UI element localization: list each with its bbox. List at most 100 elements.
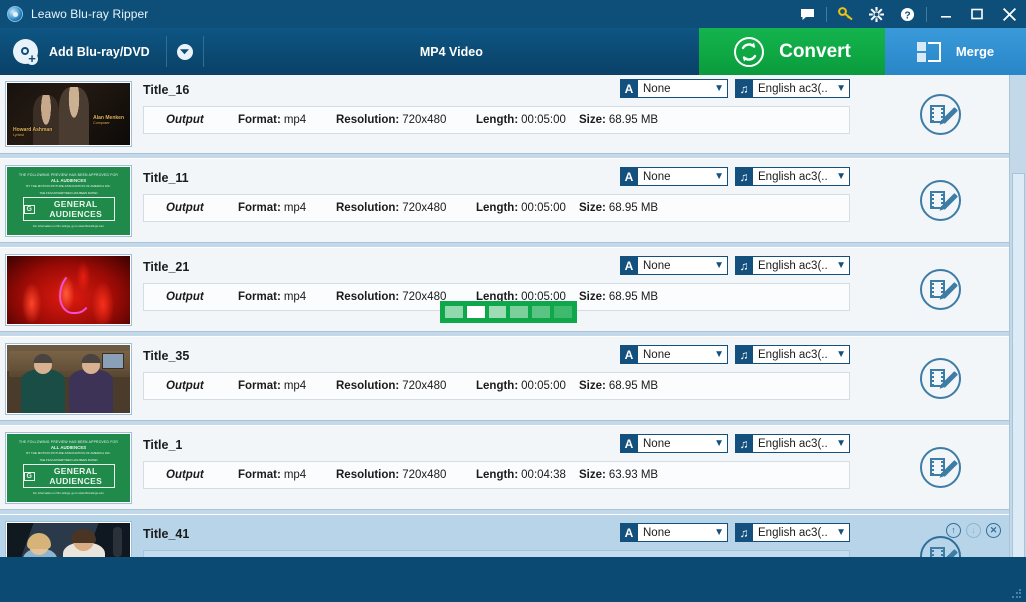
format-field: Format:mp4	[238, 114, 336, 126]
size-label: Size:	[579, 469, 606, 481]
length-field: Length:00:05:00	[476, 114, 579, 126]
resolution-label: Resolution:	[336, 469, 399, 481]
thumbnail-cell[interactable]: Alan MenkenComposer Howard AshmanLyricis…	[0, 75, 137, 153]
edit-cell	[872, 159, 1009, 242]
key-icon[interactable]	[830, 0, 861, 28]
row-details: Title_41 A None▼ ♫ English ac3(..▼ Outpu…	[137, 515, 872, 557]
table-row[interactable]: THE FOLLOWING PREVIEW HAS BEEN APPROVED …	[0, 158, 1009, 243]
output-profile-label: MP4 Video	[420, 45, 483, 59]
audio-note-icon: ♫	[735, 167, 753, 186]
title-label: Title_1	[143, 438, 182, 452]
table-row[interactable]: Title_35 A None▼ ♫ English ac3(..▼ Outpu…	[0, 336, 1009, 421]
size-value: 68.95 MB	[609, 202, 658, 214]
row-details: Title_11 A None▼ ♫ English ac3(..▼ Outpu…	[137, 159, 872, 242]
edit-cell: ↑ ↓ ✕	[872, 515, 1009, 557]
track-selectors: A None▼ ♫ English ac3(..▼	[620, 256, 850, 275]
audio-select[interactable]: ♫ English ac3(..▼	[735, 256, 850, 275]
move-down-icon[interactable]: ↓	[966, 523, 981, 538]
table-row[interactable]: Title_21 A None▼ ♫ English ac3(..▼ Outpu…	[0, 247, 1009, 332]
subtitle-A-icon: A	[620, 434, 638, 453]
thumbnail-credits: Alan MenkenComposer Howard AshmanLyricis…	[6, 82, 131, 146]
chevron-down-icon: ▼	[714, 527, 724, 538]
resolution-value: 720x480	[402, 380, 446, 392]
vertical-scrollbar[interactable]	[1009, 75, 1026, 557]
loading-progress-indicator	[440, 301, 577, 323]
thumbnail-cell[interactable]	[0, 248, 137, 331]
resolution-field: Resolution:720x480	[336, 469, 476, 481]
help-icon[interactable]: ?	[892, 0, 923, 28]
edit-video-icon[interactable]	[920, 94, 961, 135]
audio-select[interactable]: ♫ English ac3(..▼	[735, 167, 850, 186]
subtitle-select[interactable]: A None▼	[620, 167, 728, 186]
output-profile-button[interactable]: MP4 Video	[204, 28, 699, 75]
mpaa-line-2: ALL AUDIENCES	[13, 178, 125, 183]
table-row[interactable]: Title_41 A None▼ ♫ English ac3(..▼ Outpu…	[0, 514, 1009, 557]
subtitle-select[interactable]: A None▼	[620, 523, 728, 542]
chevron-down-icon: ▼	[836, 349, 846, 360]
vertical-scroll-thumb[interactable]	[1012, 173, 1025, 557]
audio-value: English ac3(..	[758, 349, 828, 361]
size-field: Size:68.95 MB	[579, 291, 658, 303]
thumbnail-cell[interactable]	[0, 515, 137, 557]
subtitle-value: None	[643, 83, 671, 95]
thumbnail-cell[interactable]: THE FOLLOWING PREVIEW HAS BEEN APPROVED …	[0, 159, 137, 242]
convert-refresh-icon	[733, 36, 765, 68]
status-bar	[0, 557, 1026, 602]
edit-video-icon[interactable]	[920, 358, 961, 399]
divider	[926, 7, 927, 22]
audio-value: English ac3(..	[758, 260, 828, 272]
output-label: Output	[166, 380, 238, 392]
convert-button[interactable]: Convert	[699, 28, 885, 75]
add-bluray-dvd-label: Add Blu-ray/DVD	[49, 45, 150, 59]
edit-video-icon[interactable]	[920, 536, 961, 557]
format-field: Format:mp4	[238, 291, 336, 303]
chevron-down-icon: ▼	[836, 438, 846, 449]
track-selectors: A None▼ ♫ English ac3(..▼	[620, 434, 850, 453]
output-info-bar: Output Format:mp4 Resolution:720x480 Len…	[143, 106, 850, 134]
thumbnail-cell[interactable]	[0, 337, 137, 420]
subtitle-select[interactable]: A None▼	[620, 345, 728, 364]
subtitle-select[interactable]: A None▼	[620, 256, 728, 275]
edit-cell	[872, 337, 1009, 420]
resize-grip-icon[interactable]	[1011, 588, 1022, 599]
track-selectors: A None▼ ♫ English ac3(..▼	[620, 345, 850, 364]
size-label: Size:	[579, 380, 606, 392]
subtitle-select[interactable]: A None▼	[620, 79, 728, 98]
title-list: Alan MenkenComposer Howard AshmanLyricis…	[0, 75, 1009, 557]
audio-select[interactable]: ♫ English ac3(..▼	[735, 523, 850, 542]
length-value: 00:04:38	[521, 469, 566, 481]
remove-icon[interactable]: ✕	[986, 523, 1001, 538]
table-row[interactable]: THE FOLLOWING PREVIEW HAS BEEN APPROVED …	[0, 425, 1009, 510]
edit-video-icon[interactable]	[920, 269, 961, 310]
audio-value: English ac3(..	[758, 527, 828, 539]
mpaa-line-4: THE FILM ADVERTISED HAS BEEN RATED	[13, 458, 125, 462]
chevron-down-icon: ▼	[714, 83, 724, 94]
edit-video-icon[interactable]	[920, 180, 961, 221]
subtitle-select[interactable]: A None▼	[620, 434, 728, 453]
gear-icon[interactable]	[861, 0, 892, 28]
thumbnail-mpaa: THE FOLLOWING PREVIEW HAS BEEN APPROVED …	[6, 433, 131, 503]
feedback-icon[interactable]	[792, 0, 823, 28]
subtitle-value: None	[643, 438, 671, 450]
add-bluray-dvd-button[interactable]: + Add Blu-ray/DVD	[0, 28, 166, 75]
audio-select[interactable]: ♫ English ac3(..▼	[735, 434, 850, 453]
edit-video-icon[interactable]	[920, 447, 961, 488]
table-row[interactable]: Alan MenkenComposer Howard AshmanLyricis…	[0, 75, 1009, 154]
subtitle-A-icon: A	[620, 256, 638, 275]
maximize-icon[interactable]	[961, 0, 992, 28]
format-label: Format:	[238, 291, 281, 303]
thumbnail-cell[interactable]: THE FOLLOWING PREVIEW HAS BEEN APPROVED …	[0, 426, 137, 509]
size-field: Size:68.95 MB	[579, 380, 658, 392]
format-label: Format:	[238, 114, 281, 126]
audio-select[interactable]: ♫ English ac3(..▼	[735, 79, 850, 98]
close-icon[interactable]	[992, 0, 1026, 28]
move-up-icon[interactable]: ↑	[946, 523, 961, 538]
length-label: Length:	[476, 469, 518, 481]
minimize-icon[interactable]	[930, 0, 961, 28]
merge-button[interactable]: Merge	[885, 28, 1026, 75]
add-disc-icon: +	[13, 39, 38, 64]
subtitle-A-icon: A	[620, 167, 638, 186]
size-value: 68.95 MB	[609, 114, 658, 126]
audio-select[interactable]: ♫ English ac3(..▼	[735, 345, 850, 364]
add-source-dropdown-button[interactable]	[167, 28, 203, 75]
